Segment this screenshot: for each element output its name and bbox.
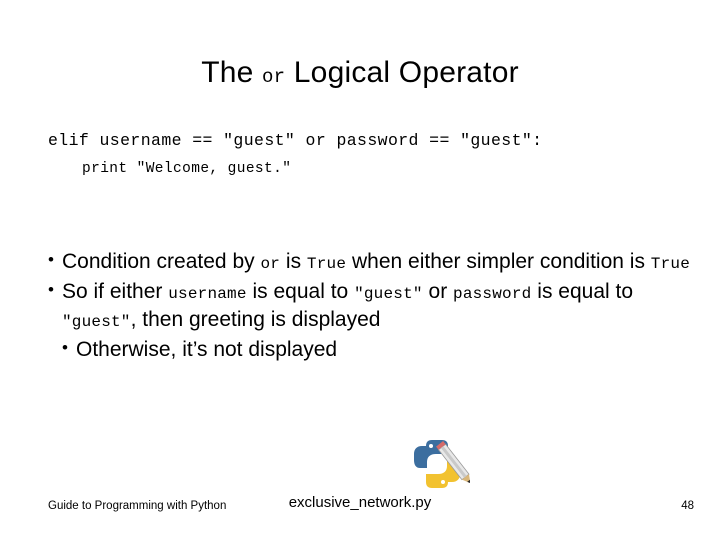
list-item-text: So if either username is equal to "guest…	[62, 278, 690, 334]
list-item-text: Condition created by or is True when eit…	[62, 248, 690, 276]
list-item-text: Otherwise, it’s not displayed	[76, 336, 690, 364]
page-title: The or Logical Operator	[0, 56, 720, 90]
text-span: when either simpler condition is	[346, 250, 651, 273]
python-logo-with-pencil-icon	[404, 438, 471, 490]
bullet-list: • Condition created by or is True when ei…	[40, 248, 690, 366]
text-span: or	[422, 279, 454, 303]
code-span: password	[453, 284, 532, 303]
list-item: • So if either username is equal to "gues…	[40, 278, 690, 334]
code-span: or	[260, 255, 281, 273]
bullet-dot-icon: •	[62, 337, 68, 357]
text-span: , then greeting is displayed	[130, 307, 381, 331]
code-line-2: print "Welcome, guest."	[82, 160, 292, 177]
title-keyword: or	[262, 66, 286, 88]
title-post: Logical Operator	[285, 56, 519, 89]
bullet-dot-icon: •	[48, 279, 54, 299]
title-pre: The	[201, 56, 263, 89]
code-span: "guest"	[354, 284, 423, 303]
slide-number: 48	[681, 500, 694, 512]
text-span: Otherwise, it’s not displayed	[76, 337, 338, 361]
text-span: is equal to	[246, 279, 355, 303]
slide: The or Logical Operator elif username ==…	[0, 0, 720, 540]
code-span: "guest"	[62, 312, 131, 331]
list-item: • Condition created by or is True when ei…	[40, 248, 690, 276]
text-span: Condition created by	[62, 250, 261, 273]
code-span: username	[168, 284, 247, 303]
bullet-dot-icon: •	[48, 250, 54, 269]
list-item: • Otherwise, it’s not displayed	[40, 336, 690, 364]
code-span: True	[306, 255, 347, 273]
text-span: is equal to	[531, 279, 634, 303]
code-line-1: elif username == "guest" or password == …	[48, 131, 543, 150]
text-span: So if either	[62, 279, 169, 303]
footer-filename: exclusive_network.py	[288, 494, 432, 511]
text-span: is	[280, 250, 307, 273]
code-block: elif username == "guest" or password == …	[48, 131, 688, 177]
code-span: True	[650, 255, 691, 273]
